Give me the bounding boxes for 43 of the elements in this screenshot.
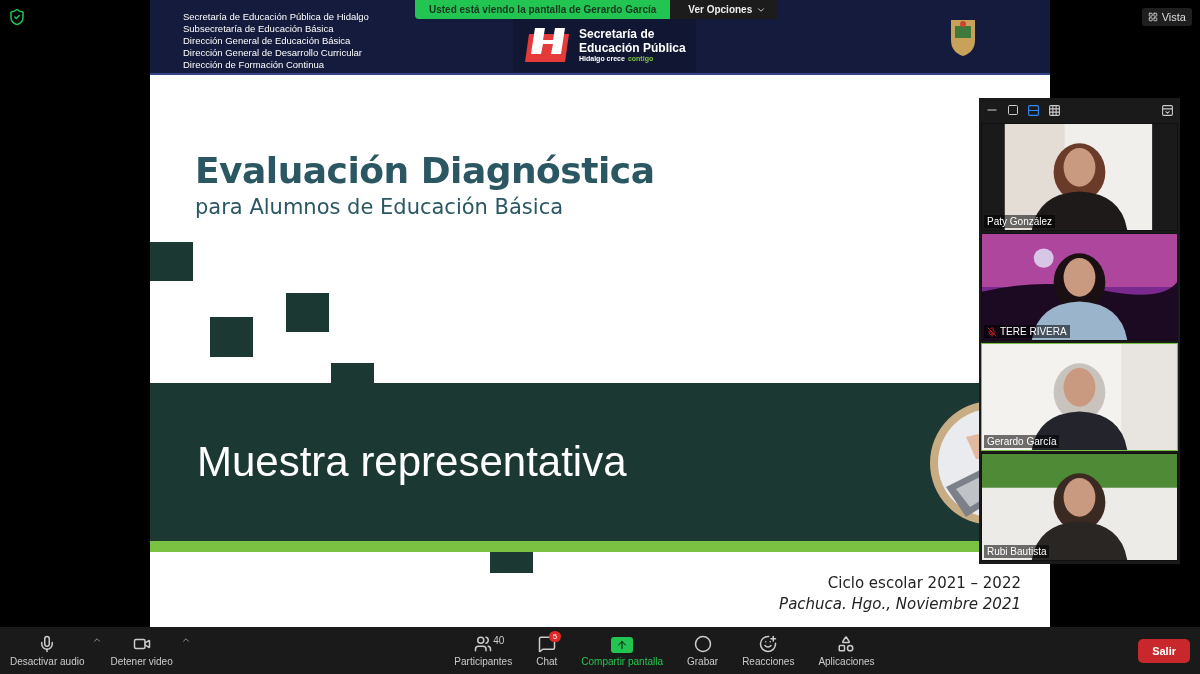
view-button[interactable]: Vista [1141,8,1192,26]
record-icon [693,634,712,653]
view-options-button[interactable]: Ver Opciones [670,0,779,19]
security-shield-icon[interactable] [8,8,26,26]
grid-view-icon[interactable] [1048,103,1061,117]
logo-title: Secretaría de [579,27,656,41]
header-text: Dirección de Formación Continua [183,58,325,71]
toolbar-button[interactable]: Grabar [685,634,721,667]
chat-badge: 5 [548,630,562,642]
header-text: Subsecretaría de Educación Básica [183,22,335,35]
toolbar-button[interactable]: Aplicaciones [816,634,877,667]
slide-title: Evaluación Diagnóstica [195,149,656,193]
header-text: Secretaría de Educación Pública de Hidalgo [183,10,370,23]
single-view-icon[interactable] [1007,104,1019,116]
leave-button[interactable]: Salir [1138,638,1190,663]
logo-mark-icon [523,25,571,64]
participant-name: TERE RIVERA [984,325,1070,338]
decorative-square [490,552,533,573]
people-icon [474,634,493,653]
sharing-banner: Usted está viendo la pantalla de Gerardo García [415,0,671,19]
panel-layout-icon[interactable] [1161,103,1174,117]
toolbar-button[interactable]: Reacciones [740,634,797,667]
apps-icon [837,634,856,653]
decorative-square [210,317,253,357]
logo-title: Educación Pública [579,41,686,55]
chat-bubble-icon [537,634,556,653]
grid-icon [1147,12,1158,22]
share-screen-icon [611,636,634,653]
mute-audio-button[interactable]: Desactivar audio [8,634,87,667]
footer-text: Pachuca. Hgo., Noviembre 2021 [779,594,1021,615]
footer-text: Ciclo escolar 2021 – 2022 [827,573,1021,594]
band-heading: Muestra representativa [197,438,627,486]
decorative-square [150,242,193,281]
header-text: Dirección General de Desarrollo Curricular [183,46,363,59]
header-text: Dirección General de Educación Básica [183,34,352,47]
video-tile[interactable]: TERE RIVERA [981,233,1178,341]
strip-view-icon[interactable] [1027,103,1040,117]
participant-count: 40 [493,634,505,646]
stop-video-button[interactable]: Detener video [108,634,175,667]
smiley-icon [759,634,778,653]
toolbar-button[interactable]: 40 Participantes [452,634,515,667]
toolbar-button[interactable]: Compartir pantalla [579,636,665,667]
decorative-square [286,293,329,332]
